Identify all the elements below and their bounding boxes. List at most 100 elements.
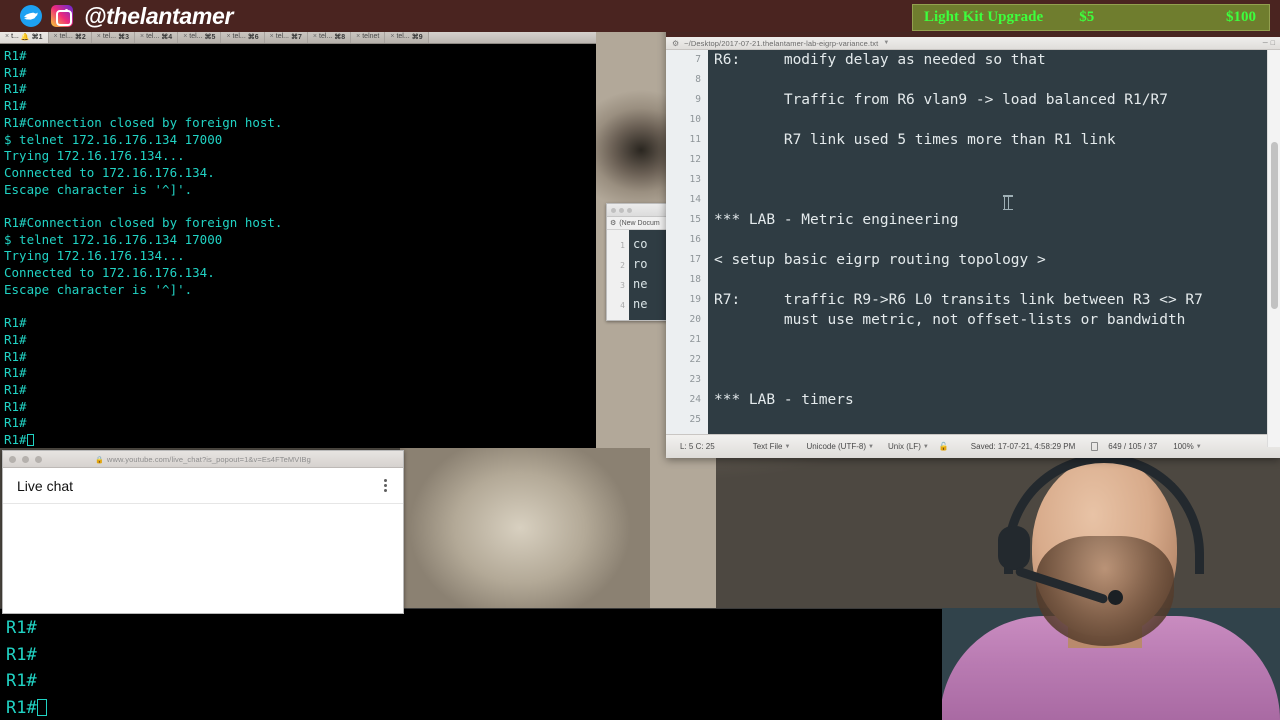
secondary-editor-tab[interactable]: ⚙ (New Docum: [607, 217, 667, 230]
terminal-tab-shortcut: ⌘9: [411, 33, 423, 41]
close-icon[interactable]: ×: [226, 33, 230, 40]
close-icon[interactable]: ×: [183, 33, 187, 40]
text-editor-body[interactable]: 7 8 9 10 11 12 13 14 15 16 17 18 19 20 21 22 23 24 25 R6: …: [666, 50, 1280, 447]
terminal-line: R1#: [4, 365, 27, 381]
chevron-down-icon[interactable]: ▼: [784, 444, 790, 450]
goal-current-amount: $5: [1079, 9, 1095, 25]
close-icon[interactable]: ×: [313, 33, 317, 40]
secondary-editor-filename: (New Docum: [619, 219, 660, 227]
minimize-icon[interactable]: ─: [1263, 40, 1268, 47]
code-line: *** LAB - timers: [714, 392, 854, 408]
streamer-webcam: [940, 440, 1280, 720]
line-number: 9: [695, 94, 701, 105]
secondary-editor-content[interactable]: 1 2 3 4 co ro ne ne: [607, 230, 667, 320]
text-editor-window-buttons[interactable]: ─ □: [1263, 40, 1275, 47]
secondary-editor-line-numbers: 1 2 3 4: [607, 230, 629, 320]
close-icon[interactable]: ×: [356, 33, 360, 40]
twitter-icon[interactable]: [20, 5, 42, 27]
terminal-tab-shortcut: ⌘6: [247, 33, 259, 41]
status-zoom-level[interactable]: 100% ▼: [1173, 442, 1201, 451]
terminal-line: R1#Connection closed by foreign host.: [4, 215, 283, 231]
close-icon[interactable]: ×: [54, 33, 58, 40]
text-editor-scrollbar[interactable]: [1267, 50, 1280, 447]
scrollbar-thumb[interactable]: [1271, 142, 1278, 309]
terminal-line: R1#: [4, 315, 27, 331]
close-icon[interactable]: ×: [140, 33, 144, 40]
line-number: 7: [695, 54, 701, 65]
secondary-editor-titlebar[interactable]: [607, 204, 667, 217]
terminal-line: $ telnet 172.16.176.134 17000: [4, 231, 223, 247]
chevron-down-icon[interactable]: ▼: [923, 444, 929, 450]
kebab-menu-icon[interactable]: [384, 479, 387, 492]
terminal-line: R1#: [4, 331, 27, 347]
secondary-editor-window[interactable]: ⚙ (New Docum 1 2 3 4 co ro ne ne: [606, 203, 668, 321]
terminal-output-main: R1# R1# R1# R1# R1#Connection closed by fore…: [4, 48, 596, 448]
document-icon: [1091, 442, 1099, 451]
text-editor-code-area[interactable]: R6: modify delay as needed so that Traff…: [708, 50, 1280, 447]
live-chat-url[interactable]: 🔒 www.youtube.com/live_chat?is_popout=1&v…: [3, 455, 403, 464]
code-line: ro: [633, 257, 648, 271]
headset-earcup: [998, 526, 1030, 570]
gear-icon[interactable]: ⚙: [672, 39, 679, 48]
code-line: must use metric, not offset-lists or ban…: [714, 312, 1186, 328]
terminal-line: Connected to 172.16.176.134.: [4, 265, 215, 281]
unlocked-padlock-icon[interactable]: 🔓: [939, 442, 949, 451]
terminal-tab-label: tel...: [319, 33, 333, 40]
close-icon[interactable]: ×: [97, 33, 101, 40]
goal-target-amount: $100: [1226, 9, 1256, 25]
line-number: 10: [689, 114, 701, 125]
text-editor-filename: ~/Desktop/2017-07-21.thelantamer-lab-eig…: [684, 38, 879, 48]
terminal-tab-label: telnet: [362, 33, 380, 40]
terminal-line: R1#: [4, 348, 27, 364]
close-icon[interactable]: ×: [270, 33, 274, 40]
window-zoom-button[interactable]: [627, 207, 632, 213]
line-number: 8: [695, 74, 701, 85]
terminal-cursor: [26, 434, 34, 447]
terminal-line: R1#: [4, 81, 27, 97]
terminal-tab-shortcut: ⌘2: [74, 33, 86, 41]
terminal-tab-label: t...: [11, 33, 19, 40]
line-number: 3: [620, 281, 625, 290]
terminal-tab-bar[interactable]: × t... 🔔 ⌘1 × tel... ⌘2 × tel... ⌘3 × tel... ⌘4 × tel.…: [0, 30, 596, 44]
maximize-icon[interactable]: □: [1271, 40, 1275, 47]
terminal-window-bottom[interactable]: R1# R1# R1# R1#: [0, 608, 942, 720]
terminal-tab-shortcut: ⌘8: [334, 33, 346, 41]
window-close-button[interactable]: [611, 207, 616, 213]
chevron-down-icon[interactable]: ▼: [1196, 444, 1202, 450]
terminal-line: $ telnet 172.16.176.134 17000: [4, 131, 223, 147]
goal-label: Light Kit Upgrade: [924, 9, 1044, 25]
line-number: 23: [689, 374, 701, 385]
terminal-tab-label: tel...: [59, 33, 73, 40]
live-chat-titlebar[interactable]: 🔒 www.youtube.com/live_chat?is_popout=1&v…: [3, 451, 403, 468]
text-editor-window[interactable]: ⚙ ~/Desktop/2017-07-21.thelantamer-lab-e…: [666, 24, 1280, 458]
live-chat-message-list[interactable]: [3, 504, 403, 613]
goal-banner: Light Kit Upgrade $5 $100: [912, 4, 1270, 31]
text-editor-status-bar[interactable]: L: 5 C: 25 Text File ▼ Unicode (UTF-8) ▼…: [666, 434, 1280, 458]
close-icon[interactable]: ×: [390, 33, 394, 40]
text-editor-tab[interactable]: ⚙ ~/Desktop/2017-07-21.thelantamer-lab-e…: [666, 37, 1280, 50]
terminal-window-main[interactable]: R1# R1# R1# R1# R1#Connection closed by fore…: [0, 44, 596, 448]
chevron-down-icon[interactable]: ▼: [883, 40, 889, 46]
status-line-ending[interactable]: Unix (LF) ▼: [888, 442, 929, 451]
window-minimize-button[interactable]: [619, 207, 624, 213]
line-number: 16: [689, 234, 701, 245]
instagram-icon[interactable]: [51, 5, 73, 27]
status-file-type[interactable]: Text File ▼: [753, 442, 791, 451]
terminal-tab-shortcut: ⌘4: [161, 33, 173, 41]
live-chat-window[interactable]: 🔒 www.youtube.com/live_chat?is_popout=1&v…: [2, 450, 404, 614]
status-encoding[interactable]: Unicode (UTF-8) ▼: [806, 442, 874, 451]
stream-brand-bar: @thelantamer Light Kit Upgrade $5 $100: [0, 0, 1280, 32]
text-editor-code[interactable]: R6: modify delay as needed so that Traff…: [708, 50, 1280, 430]
line-number: 24: [689, 394, 701, 405]
close-icon[interactable]: ×: [5, 33, 9, 40]
code-line: R6: modify delay as needed so that: [714, 52, 1046, 68]
status-line-ending-label: Unix (LF): [887, 442, 921, 451]
terminal-line: R1#: [4, 382, 27, 398]
gear-icon[interactable]: ⚙: [610, 219, 616, 227]
chevron-down-icon[interactable]: ▼: [868, 444, 874, 450]
secondary-editor-code[interactable]: co ro ne ne: [629, 230, 667, 320]
line-number: 18: [689, 274, 701, 285]
